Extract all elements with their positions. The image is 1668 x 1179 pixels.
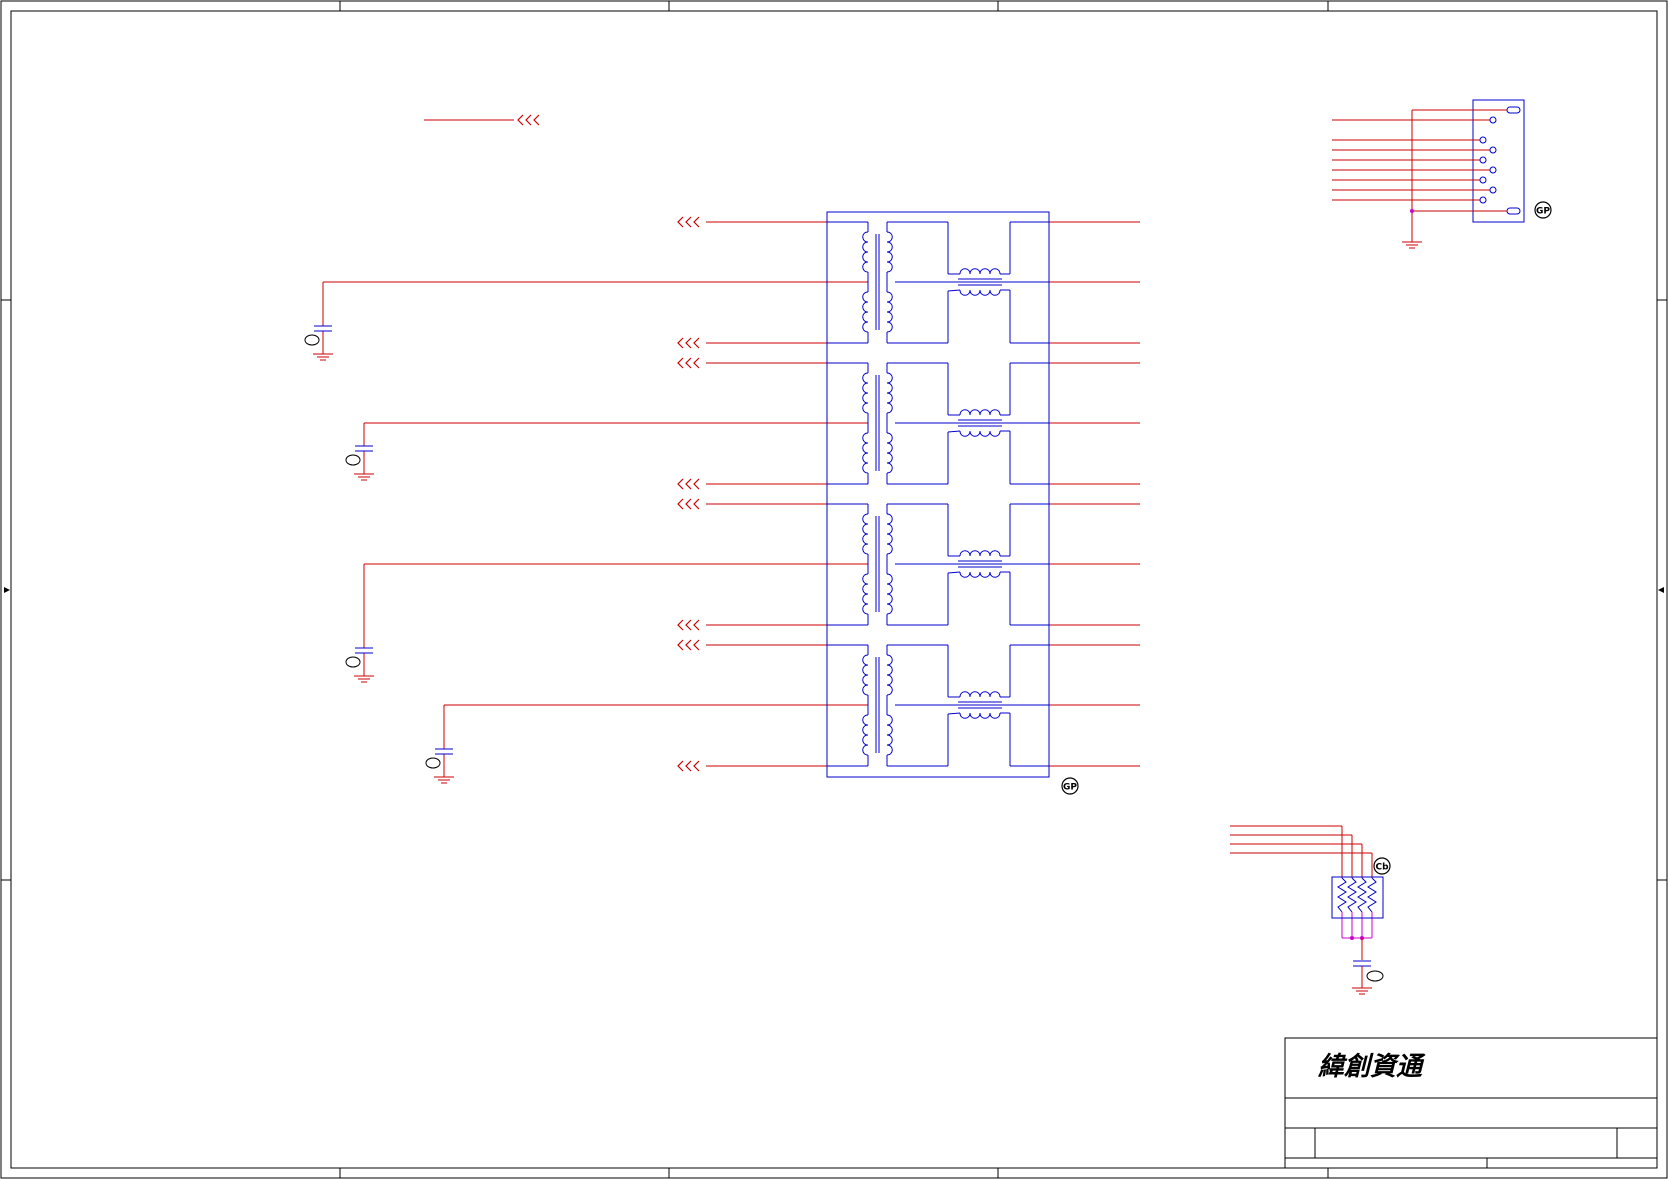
offpage-connectors [517,114,700,772]
capacitor-label-mark [304,334,320,346]
primary-coil-lower [862,714,869,756]
reference-badges: GP GP Cb [1061,201,1552,875]
connector-pin [1489,146,1497,154]
center-tap-capacitor [355,647,373,654]
primary-coil-lower [862,432,869,474]
connector-pin [1479,176,1487,184]
junction-dot [1350,936,1354,940]
choke-coil-lower [959,289,1001,296]
secondary-coil-upper [886,654,893,696]
lan-transformer-module [826,211,1050,778]
ground-symbol [1352,980,1372,995]
junction-dot [1410,209,1414,213]
secondary-coil-lower [886,714,893,756]
choke-coil-lower [959,571,1001,578]
secondary-coil-upper [886,513,893,555]
resistor-element [1367,877,1377,913]
primary-coil-upper [862,372,869,414]
capacitor-label-mark [1366,970,1384,982]
connector-pin [1489,166,1497,174]
primary-coil-lower [862,291,869,333]
offpage-arrow [677,619,700,631]
resistor-element [1337,877,1347,913]
connector-shield-tab [1506,207,1521,215]
resistor-element [1357,877,1367,913]
secondary-coil-upper [886,231,893,273]
ground-symbol [313,346,333,361]
capacitor-label-mark [425,757,441,769]
primary-coil-upper [862,654,869,696]
offpage-arrow [677,498,700,510]
right-signal-wires [1049,221,1140,767]
secondary-coil-lower [886,291,893,333]
offpage-arrow-top [517,114,540,126]
choke-coil-upper [959,409,1001,416]
gp-badge-connector-text: GP [1536,207,1550,217]
primary-coil-upper [862,231,869,273]
ground-symbol [354,466,374,481]
gp-badge-connector: GP [1534,201,1552,219]
termination-resistor-network [1230,825,1384,982]
offpage-arrow [677,216,700,228]
bypass-capacitors [304,325,453,769]
cb-badge-resnet: Cb [1373,857,1391,875]
offpage-arrow [677,478,700,490]
offpage-arrow [677,760,700,772]
left-signal-wires [706,221,827,767]
sheet-frame [0,0,1668,1179]
transformer-outline [826,211,1050,778]
primary-coil-lower [862,573,869,615]
connector-pin [1479,156,1487,164]
choke-coil-upper [959,691,1001,698]
choke-coil-upper [959,550,1001,557]
gp-badge-transformer: GP [1061,777,1079,795]
ground-symbol [434,769,454,784]
connector-pin [1489,116,1497,124]
termination-capacitor [1353,960,1371,967]
secondary-coil-upper [886,372,893,414]
ground-symbol [354,668,374,683]
choke-coil-lower [959,430,1001,437]
frame-center-arrows [4,587,1664,593]
resistor-element [1347,877,1357,913]
secondary-coil-lower [886,573,893,615]
choke-coil-upper [959,268,1001,275]
connector-pin [1479,196,1487,204]
capacitor-label-mark [345,656,361,668]
offpage-arrow [677,639,700,651]
choke-coil-lower [959,712,1001,719]
schematic-sheet: 緯創資通 GP GP Cb [0,0,1668,1179]
connector-shield-tab [1506,106,1521,114]
rj45-connector [1332,99,1525,242]
capacitor-label-mark [345,454,361,466]
secondary-coil-lower [886,432,893,474]
connector-pin [1479,136,1487,144]
primary-coil-upper [862,513,869,555]
center-tap-capacitor [435,748,453,755]
center-tap-capacitor [355,445,373,452]
offpage-arrow [677,357,700,369]
center-tap-capacitor [314,325,332,332]
company-name: 緯創資通 [1317,1052,1426,1082]
offpage-arrow [677,337,700,349]
gp-badge-transformer-text: GP [1063,783,1077,793]
cb-badge-resnet-text: Cb [1375,863,1389,873]
connector-pin [1489,186,1497,194]
center-tap-wires [322,281,868,769]
